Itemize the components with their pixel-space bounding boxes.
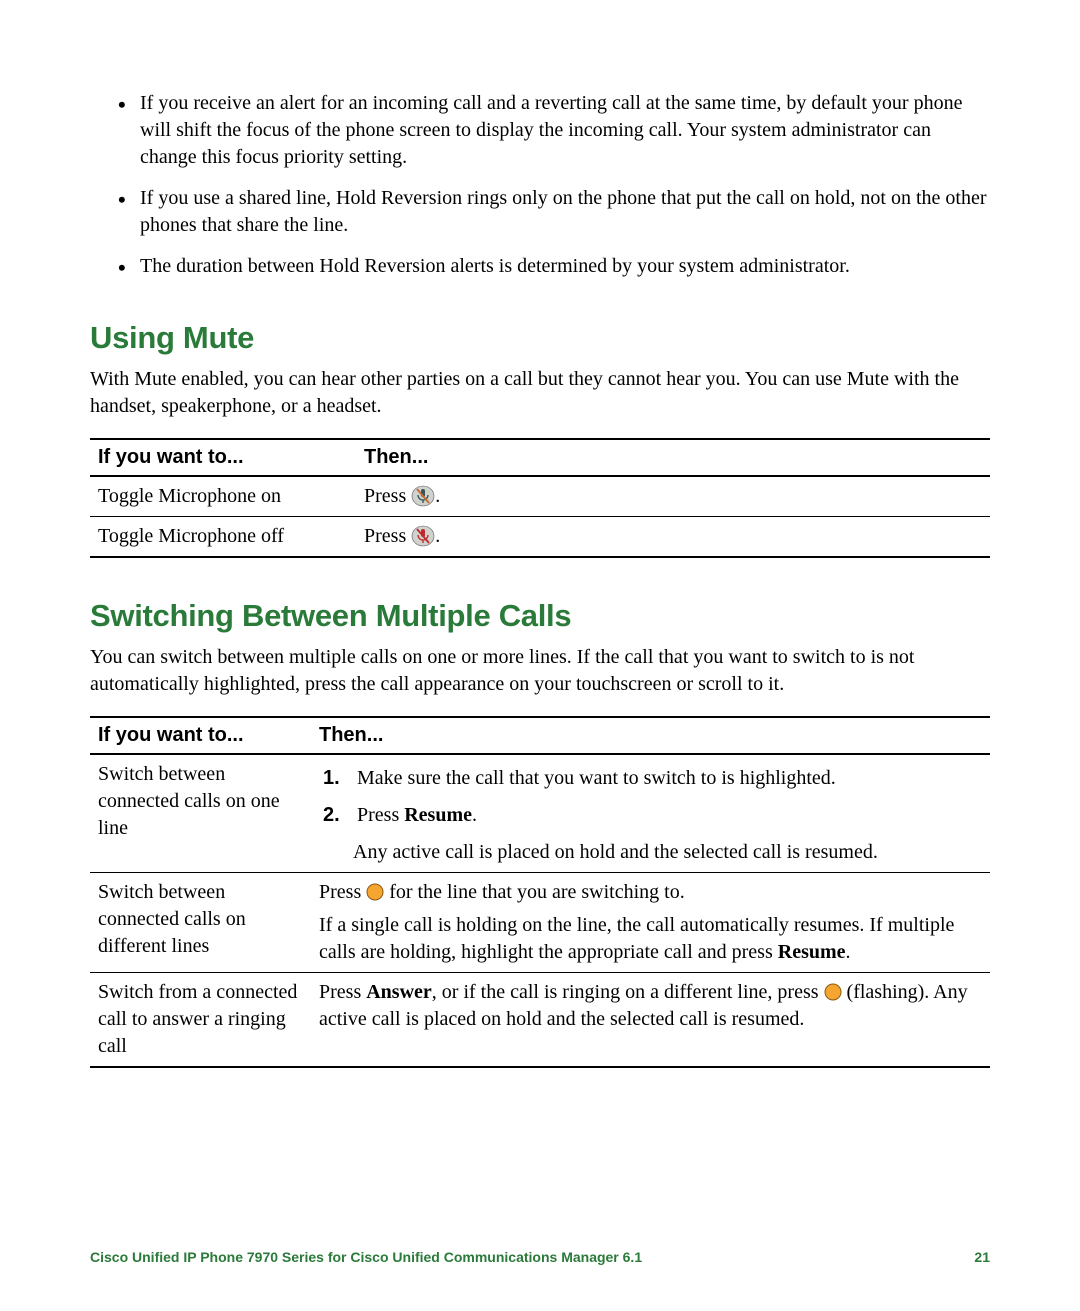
table-cell: Toggle Microphone on: [90, 476, 356, 517]
table-cell: Switch between connected calls on differ…: [90, 873, 311, 973]
page-number: 21: [974, 1249, 990, 1265]
table-cell: Toggle Microphone off: [90, 517, 356, 558]
cell-text: .: [846, 941, 851, 963]
step-list: Make sure the call that you want to swit…: [319, 765, 982, 829]
table-cell: Press Answer, or if the call is ringing …: [311, 973, 990, 1068]
section-heading-switching: Switching Between Multiple Calls: [90, 598, 990, 634]
cell-text: , or if the call is ringing on a differe…: [432, 981, 824, 1003]
table-header: Then...: [311, 717, 990, 754]
tip-item: The duration between Hold Reversion aler…: [140, 253, 990, 280]
page: If you receive an alert for an incoming …: [0, 0, 1080, 1311]
intro-text: You can switch between multiple calls on…: [90, 644, 990, 698]
bold-text: Answer: [366, 981, 432, 1003]
cell-text: If a single call is holding on the line,…: [319, 914, 954, 963]
footer-title: Cisco Unified IP Phone 7970 Series for C…: [90, 1249, 642, 1265]
cell-text: .: [435, 525, 440, 547]
tip-item: If you use a shared line, Hold Reversion…: [140, 185, 990, 239]
table-cell: Press .: [356, 517, 990, 558]
step-sub-text: Any active call is placed on hold and th…: [353, 839, 982, 866]
cell-text: Press: [364, 525, 411, 547]
cell-text: Press: [319, 881, 366, 903]
mic-on-icon: [411, 525, 435, 547]
cell-text: Press: [319, 981, 366, 1003]
tip-item: If you receive an alert for an incoming …: [140, 90, 990, 171]
table-cell: Switch from a connected call to answer a…: [90, 973, 311, 1068]
cell-paragraph: If a single call is holding on the line,…: [319, 912, 982, 966]
line-indicator-icon: [366, 882, 384, 900]
table-cell: Press .: [356, 476, 990, 517]
table-header: If you want to...: [90, 439, 356, 476]
table-cell: Press for the line that you are switchin…: [311, 873, 990, 973]
cell-paragraph: Press for the line that you are switchin…: [319, 879, 982, 906]
cell-text: Press: [357, 804, 404, 826]
intro-text: With Mute enabled, you can hear other pa…: [90, 366, 990, 420]
mute-table: If you want to... Then... Toggle Microph…: [90, 438, 990, 558]
table-cell: Make sure the call that you want to swit…: [311, 754, 990, 873]
table-header: Then...: [356, 439, 990, 476]
line-indicator-icon: [824, 982, 842, 1000]
cell-text: .: [472, 804, 477, 826]
bold-text: Resume: [404, 804, 472, 826]
step-item: Make sure the call that you want to swit…: [323, 765, 982, 792]
switching-table: If you want to... Then... Switch between…: [90, 716, 990, 1068]
section-heading-using-mute: Using Mute: [90, 320, 990, 356]
tips-list: If you receive an alert for an incoming …: [90, 90, 990, 280]
cell-text: .: [435, 485, 440, 507]
page-footer: Cisco Unified IP Phone 7970 Series for C…: [90, 1249, 990, 1265]
table-header: If you want to...: [90, 717, 311, 754]
table-cell: Switch between connected calls on one li…: [90, 754, 311, 873]
bold-text: Resume: [778, 941, 846, 963]
mic-off-icon: [411, 485, 435, 507]
step-item: Press Resume.: [323, 802, 982, 829]
cell-text: Press: [364, 485, 411, 507]
cell-text: for the line that you are switching to.: [389, 881, 684, 903]
